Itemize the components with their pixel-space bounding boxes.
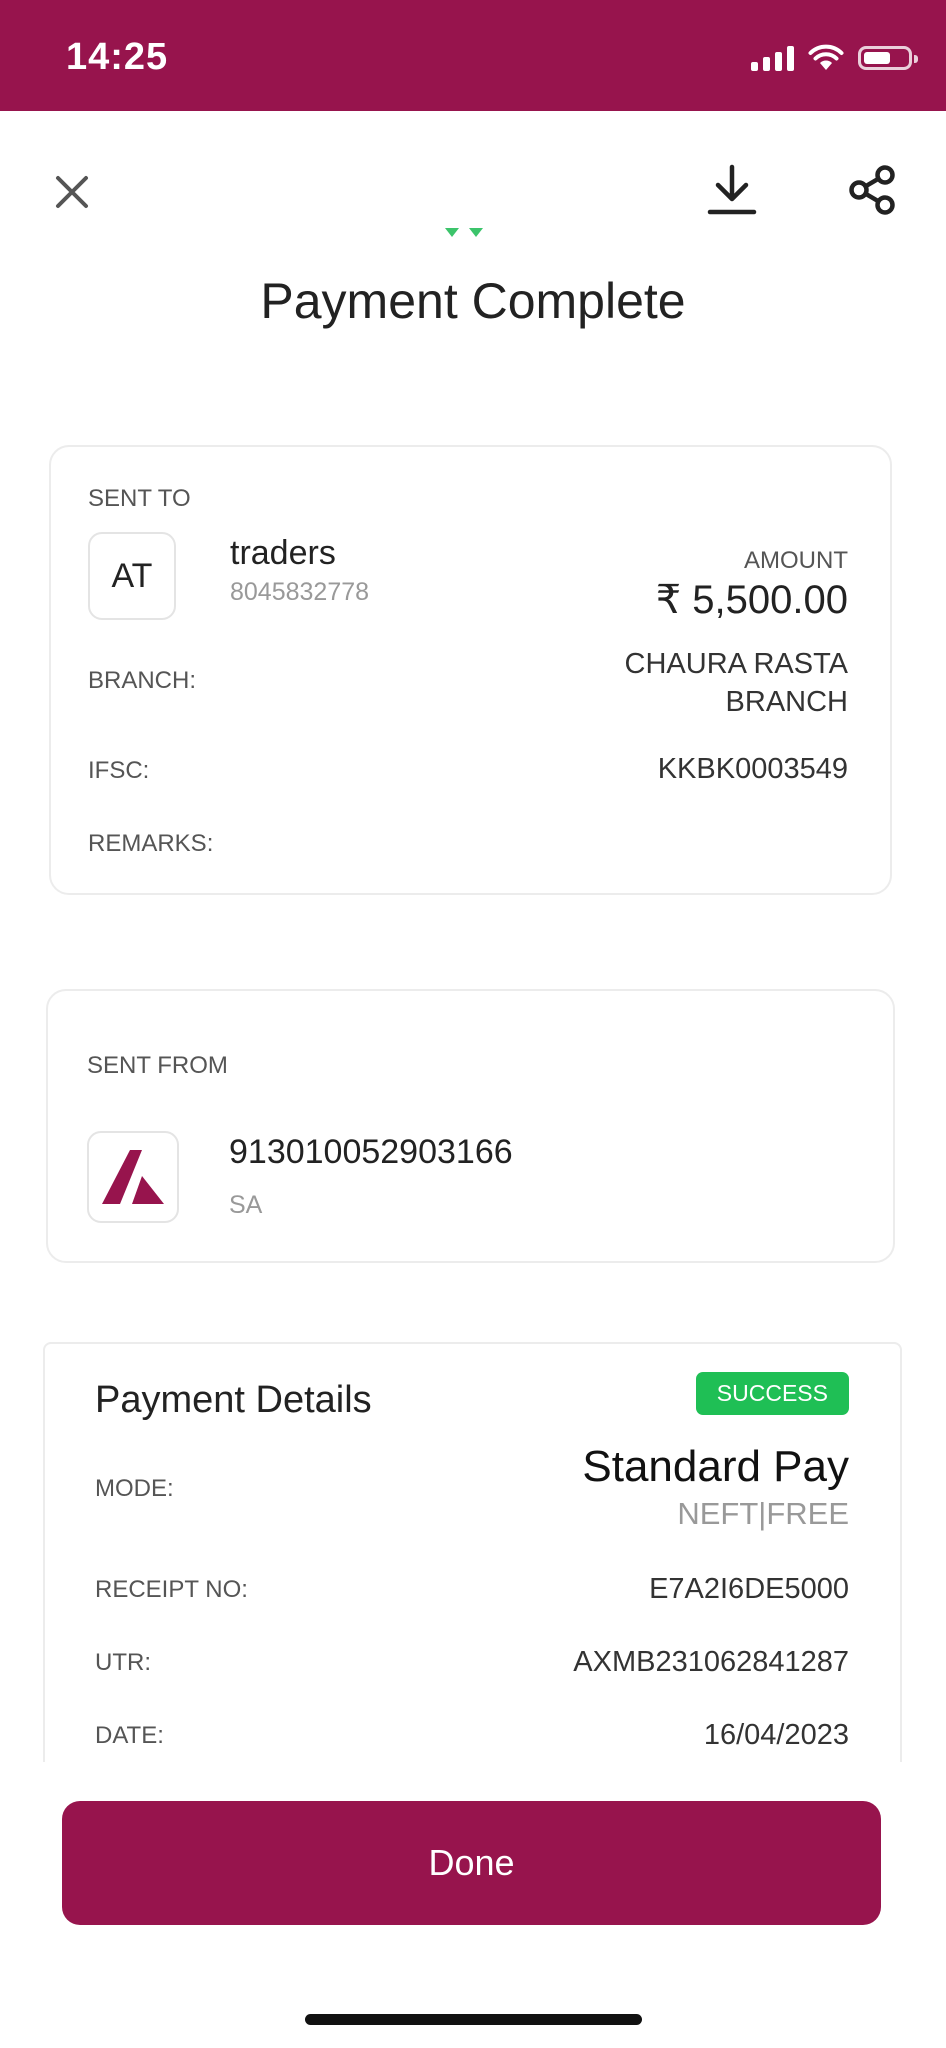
date-value: 16/04/2023 [703, 1719, 849, 1751]
amount-label: AMOUNT [744, 547, 848, 574]
source-account-type: SA [229, 1191, 263, 1219]
sent-to-label: SENT TO [88, 485, 191, 512]
utr-value: AXMB231062841287 [573, 1646, 849, 1678]
sent-from-card: SENT FROM 913010052903166 SA [46, 989, 895, 1263]
share-icon [849, 165, 895, 215]
download-button[interactable] [702, 160, 762, 220]
ifsc-value: KKBK0003549 [657, 753, 848, 785]
home-indicator [305, 2014, 642, 2025]
mode-label: MODE: [95, 1475, 174, 1502]
payment-details-title: Payment Details [95, 1379, 372, 1421]
done-button[interactable]: Done [62, 1801, 881, 1925]
receipt-label: RECEIPT NO: [95, 1576, 248, 1603]
branch-line-1: CHAURA RASTA [624, 648, 848, 680]
receipt-value: E7A2I6DE5000 [649, 1573, 849, 1605]
close-button[interactable] [46, 166, 98, 218]
close-icon [56, 176, 88, 208]
recipient-account: 8045832778 [230, 578, 370, 606]
share-button[interactable] [842, 160, 902, 220]
download-icon [707, 164, 757, 215]
status-badge: SUCCESS [695, 1372, 849, 1415]
ifsc-label: IFSC: [88, 757, 150, 784]
avatar-initials: AT [111, 556, 153, 595]
payment-details-card: Payment Details SUCCESS MODE: Standard P… [43, 1342, 902, 1762]
amount-value: ₹ 5,500.00 [655, 578, 848, 622]
avatar: AT [88, 532, 176, 620]
branch-label: BRANCH: [88, 667, 197, 694]
branch-line-2: BRANCH [725, 686, 848, 718]
mode-value: Standard Pay [582, 1442, 849, 1491]
utr-label: UTR: [95, 1649, 151, 1676]
status-bar: 14:25 [0, 0, 946, 111]
sent-to-card: SENT TO AT traders 8045832778 AMOUNT ₹ 5… [49, 445, 892, 895]
axis-bank-logo-icon [102, 1150, 164, 1204]
status-icons [751, 44, 918, 71]
remarks-label: REMARKS: [88, 830, 214, 857]
status-time: 14:25 [66, 36, 169, 78]
mode-subvalue: NEFT|FREE [677, 1496, 849, 1531]
bank-logo [87, 1131, 179, 1223]
battery-icon [858, 45, 918, 70]
page-title: Payment Complete [260, 273, 686, 329]
source-account-number: 913010052903166 [229, 1133, 513, 1171]
wifi-icon [808, 44, 844, 70]
date-label: DATE: [95, 1722, 164, 1749]
branch-value: CHAURA RASTA BRANCH [625, 645, 848, 721]
recipient-name: traders [230, 534, 336, 572]
sent-from-label: SENT FROM [87, 1052, 228, 1079]
success-sparkle-icon [445, 228, 483, 237]
cellular-signal-icon [751, 45, 794, 71]
